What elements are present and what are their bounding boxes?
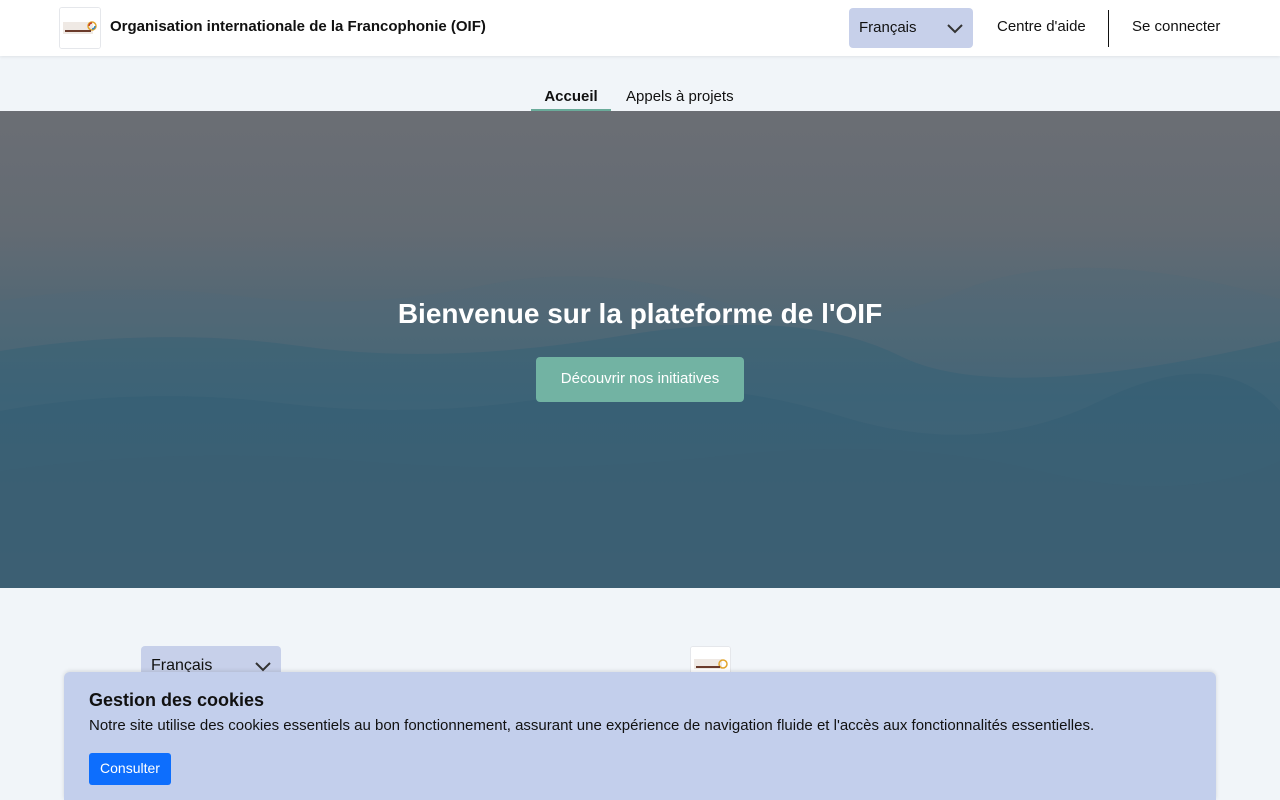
main-tabs: Accueil Appels à projets (0, 56, 1280, 111)
language-select-value: Français (859, 19, 917, 36)
chevron-down-icon (947, 24, 963, 34)
language-select[interactable]: Français (849, 8, 973, 48)
cookie-banner-text: Notre site utilise des cookies essentiel… (89, 717, 1095, 734)
cookie-banner: Gestion des cookies Notre site utilise d… (64, 672, 1216, 800)
top-header: Organisation internationale de la Franco… (0, 0, 1280, 56)
cookie-banner-title: Gestion des cookies (89, 690, 265, 710)
organization-name: Organisation internationale de la Franco… (110, 18, 486, 35)
hero-banner: Bienvenue sur la plateforme de l'OIF Déc… (0, 111, 1280, 588)
mountain-mist-background (0, 267, 1280, 588)
discover-initiatives-button[interactable]: Découvrir nos initiatives (536, 357, 744, 402)
login-link[interactable]: Se connecter (1132, 18, 1220, 35)
header-divider (1108, 10, 1109, 47)
cookie-consult-button[interactable]: Consulter (89, 753, 171, 785)
tab-calls-for-projects[interactable]: Appels à projets (626, 88, 734, 105)
francophonie-logo-icon[interactable] (59, 7, 101, 49)
tab-home[interactable]: Accueil (531, 88, 611, 111)
help-center-link[interactable]: Centre d'aide (997, 18, 1086, 35)
hero-title: Bienvenue sur la plateforme de l'OIF (397, 298, 883, 329)
